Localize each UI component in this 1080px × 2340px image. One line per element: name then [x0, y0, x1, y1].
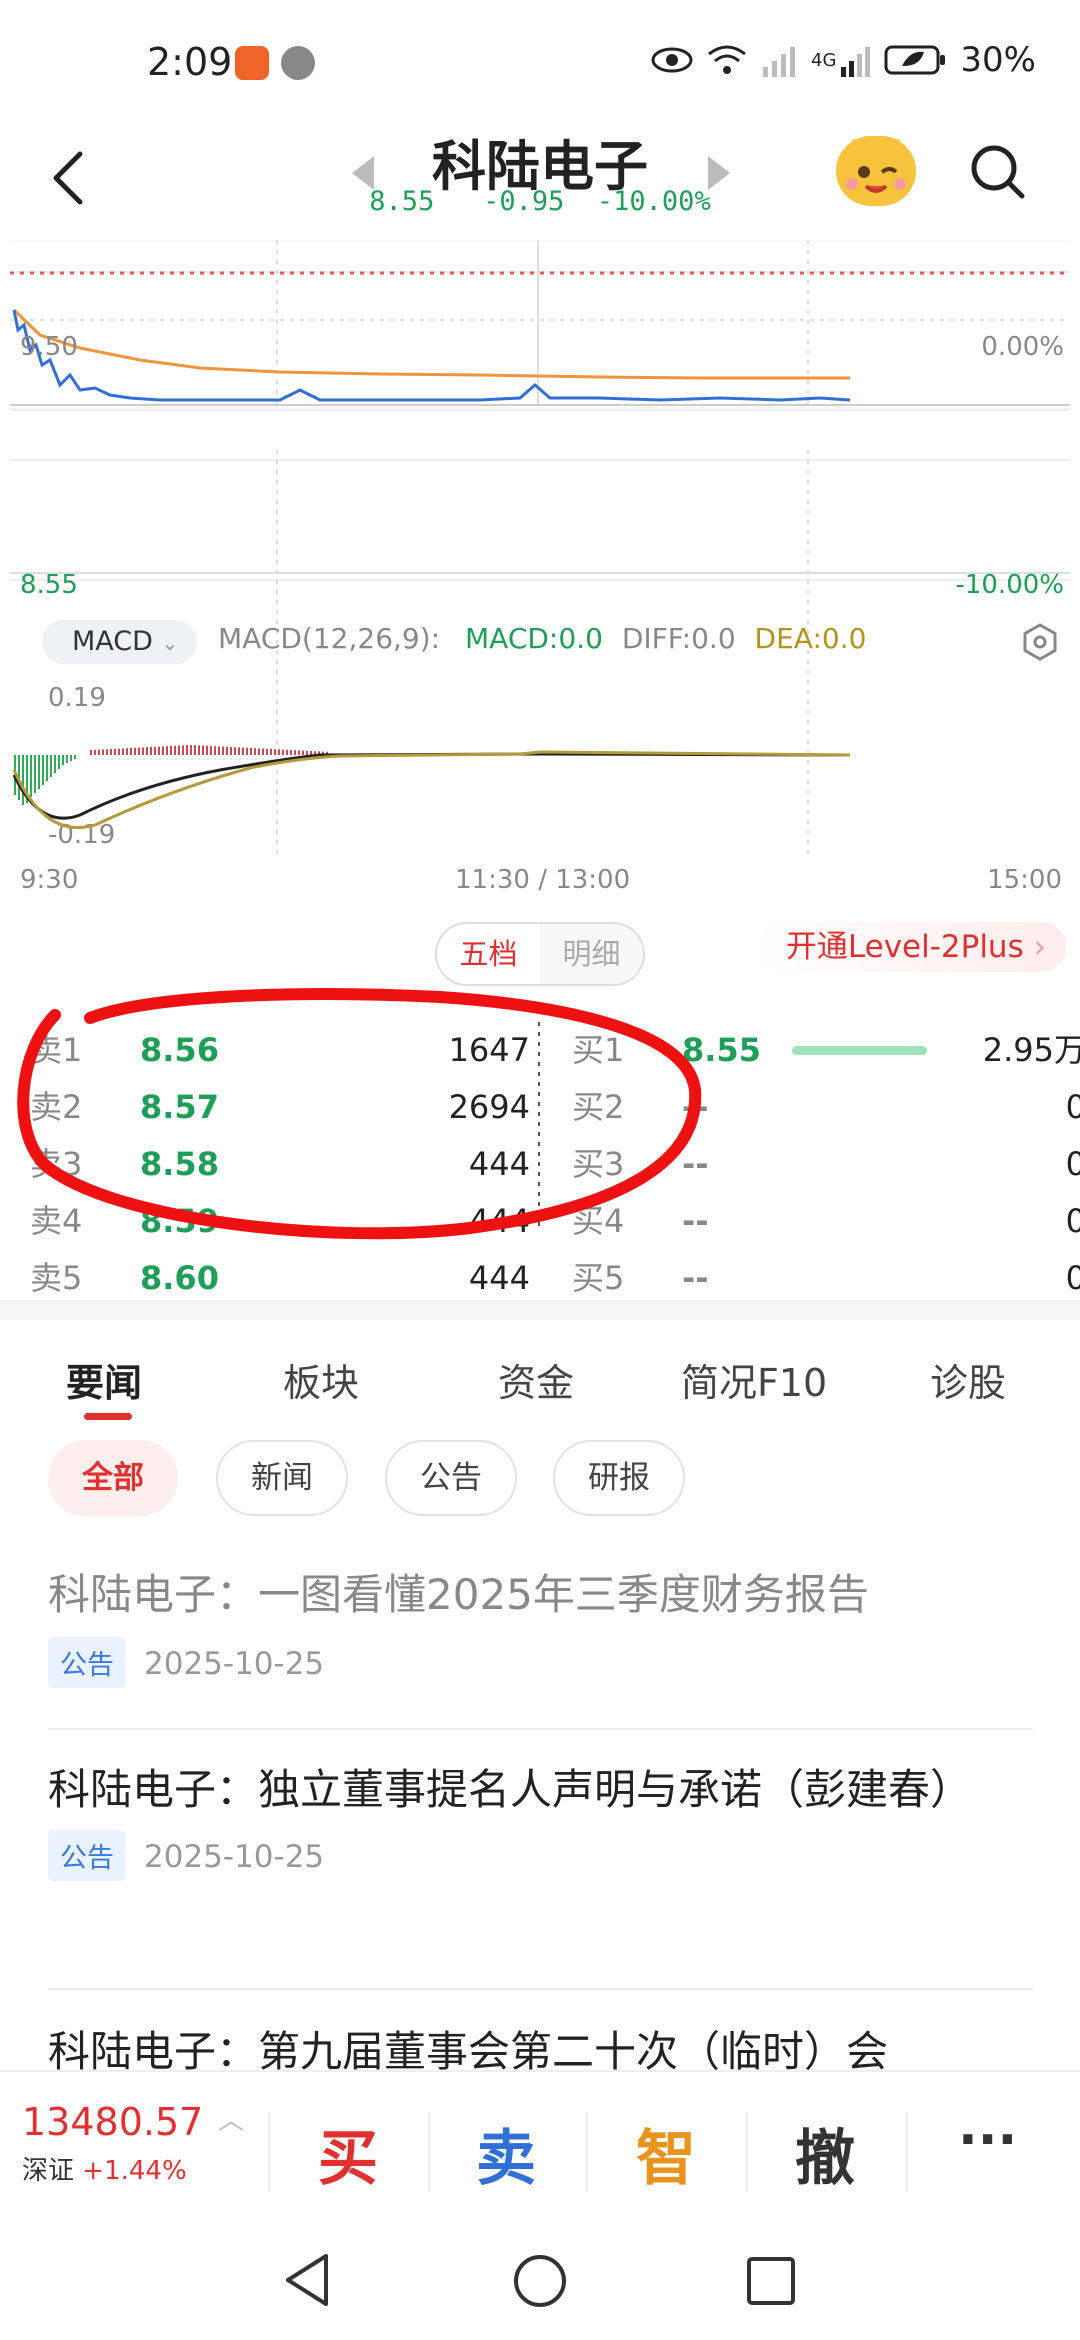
time-label-mid: 11:30 / 13:00: [455, 865, 631, 895]
news-tabs: 要闻 板块 资金 简况F10 诊股: [0, 1320, 1080, 1430]
news-title: 科陆电子：第九届董事会第二十次（临时）会: [48, 2027, 889, 2070]
time-label-close: 15:00: [987, 865, 1062, 895]
filter-research[interactable]: 研报: [553, 1440, 685, 1516]
filter-announcements[interactable]: 公告: [385, 1440, 517, 1516]
tab-f10[interactable]: 简况F10: [681, 1352, 827, 1407]
stock-quote: 8.55 -0.95 -10.00%: [0, 186, 1080, 217]
filter-news[interactable]: 新闻: [216, 1440, 348, 1516]
system-nav-bar: [0, 2220, 1080, 2340]
search-icon[interactable]: [968, 142, 1028, 202]
nav-recents-icon[interactable]: [746, 2256, 796, 2306]
news-title: 科陆电子：一图看懂2025年三季度财务报告: [48, 1570, 869, 1619]
macd-chart: [12, 745, 851, 830]
chevron-up-icon: ︿: [218, 2106, 245, 2136]
index-value: 13480.57: [22, 2100, 204, 2144]
tab-diagnose[interactable]: 诊股: [930, 1352, 1006, 1407]
news-filters: 全部 新闻 公告 研报: [0, 1440, 1080, 1520]
tab-sectors[interactable]: 板块: [283, 1352, 359, 1407]
next-stock-icon[interactable]: [708, 156, 730, 190]
stock-change-pct: -10.00%: [596, 186, 711, 217]
news-item[interactable]: 科陆电子：独立董事提名人声明与承诺（彭建春） 公告 2025-10-25: [48, 1760, 1033, 1881]
mascot-icon[interactable]: [836, 136, 916, 206]
news-divider: [48, 1728, 1033, 1730]
signal-icon: [763, 47, 796, 77]
section-separator: [0, 1300, 1080, 1320]
bar-divider: [428, 2112, 430, 2192]
wifi-icon: [708, 45, 746, 74]
network-type: 4G: [811, 49, 837, 71]
news-title: 科陆电子：独立董事提名人声明与承诺（彭建春）: [48, 1765, 973, 1814]
battery-icon: [884, 45, 946, 75]
news-tag: 公告: [48, 1830, 126, 1881]
stock-header: 科陆电子 8.55 -0.95 -10.00%: [0, 120, 1080, 240]
buy-button[interactable]: 买: [318, 2110, 378, 2197]
more-button[interactable]: ···: [958, 2110, 1017, 2170]
signal-icon-2: [841, 47, 871, 77]
status-right: 4G 30%: [651, 40, 1036, 80]
index-ticker[interactable]: 13480.57 深证 +1.44%: [22, 2100, 203, 2187]
bar-divider: [586, 2112, 588, 2192]
news-divider: [48, 1988, 1033, 1990]
bar-divider: [268, 2112, 270, 2192]
battery-percent: 30%: [960, 40, 1036, 80]
time-label-open: 9:30: [20, 865, 79, 895]
index-change: +1.44%: [82, 2156, 187, 2186]
intraday-chart[interactable]: 9.50 8.55 0.00% -10.00% MACD ⌄ MACD(12,2…: [0, 240, 1080, 900]
red-hand-drawn-circle: [17, 988, 702, 1240]
nav-back-icon[interactable]: [282, 2252, 332, 2308]
order-book: 五档 明细 开通Level-2Plus › 卖1 8.56 1647 卖2 8.57 26…: [0, 900, 1080, 1300]
sell-button[interactable]: 卖: [476, 2110, 536, 2197]
news-item[interactable]: 科陆电子：一图看懂2025年三季度财务报告 公告 2025-10-25: [48, 1565, 1033, 1688]
news-tag: 公告: [48, 1637, 126, 1688]
app-notification-icon: [235, 46, 269, 80]
news-date: 2025-10-25: [144, 1839, 325, 1875]
stock-price: 8.55: [369, 186, 435, 217]
status-time: 2:09: [147, 40, 233, 84]
nav-home-icon[interactable]: [512, 2253, 568, 2309]
index-name: 深证: [22, 2156, 75, 2186]
cancel-button[interactable]: 撤: [795, 2110, 855, 2197]
tab-funds[interactable]: 资金: [498, 1352, 574, 1407]
eye-icon: [651, 47, 693, 73]
filter-all[interactable]: 全部: [48, 1440, 178, 1516]
news-item[interactable]: 科陆电子：第九届董事会第二十次（临时）会: [48, 2022, 1033, 2070]
active-tab-indicator: [84, 1413, 132, 1420]
tab-headlines[interactable]: 要闻: [66, 1352, 142, 1407]
stock-change: -0.95: [483, 186, 565, 217]
news-date: 2025-10-25: [144, 1646, 325, 1682]
smart-button[interactable]: 智: [636, 2110, 696, 2197]
bottom-action-bar: 13480.57 深证 +1.44% ︿ 买 卖 智 撤 ···: [0, 2070, 1080, 2220]
bar-divider: [906, 2112, 908, 2192]
status-bar: 2:09 4G 30%: [0, 0, 1080, 130]
notification-icon: [281, 46, 315, 80]
bar-divider: [746, 2112, 748, 2192]
